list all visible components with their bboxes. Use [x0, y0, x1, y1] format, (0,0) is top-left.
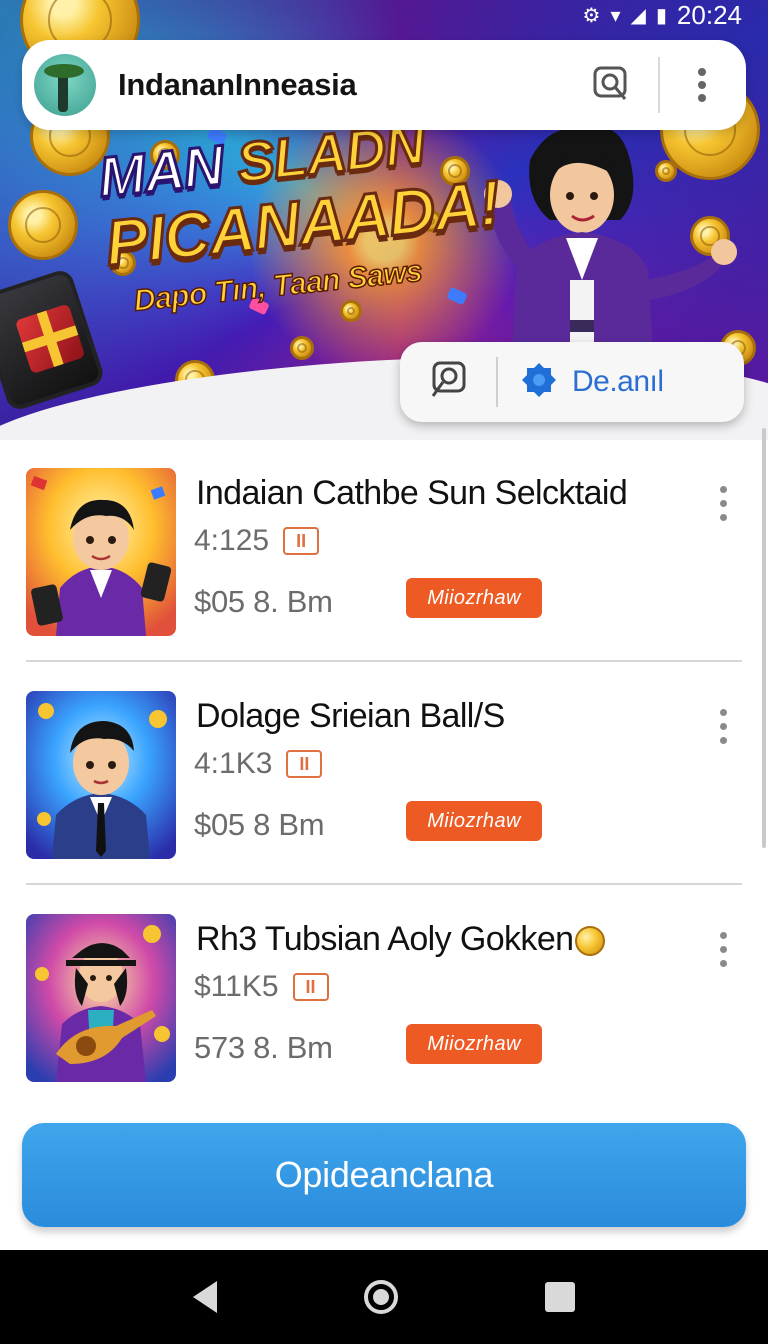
item-more-icon[interactable] [712, 486, 734, 526]
item-name: Dolage Srieian Ball/S [196, 697, 505, 735]
item-more-icon[interactable] [712, 932, 734, 972]
signal-icon: ◢ [630, 4, 646, 27]
gear-icon[interactable] [520, 361, 558, 404]
item-meta: $11K5 II [194, 970, 329, 1004]
item-badge[interactable]: Miiozrhaw [406, 578, 542, 618]
item-badge[interactable]: Miiozrhaw [406, 1024, 542, 1064]
avatar[interactable] [34, 54, 96, 116]
row-divider [26, 883, 742, 885]
status-bar: ⚙ ▾ ◢ ▮ 20:24 [0, 0, 768, 30]
gem-decoration [446, 286, 468, 306]
item-rating: $11K5 [194, 970, 279, 1003]
battery-icon: ▮ [655, 4, 667, 27]
item-chip: II [292, 973, 329, 1001]
item-meta: 4:125 II [194, 524, 320, 558]
app-title: IndananInneasia [118, 67, 357, 102]
item-rating: 4:125 [194, 524, 270, 557]
hero-headline: MAN SLADN PICANAADA! Dapo Tın, Taan Saws [94, 109, 507, 319]
item-price: $05 8. Bm [194, 584, 333, 619]
list-item[interactable]: Dolage Srieian Ball/S 4:1K3 II $05 8 Bm … [0, 663, 768, 885]
top-app-bar: IndananInneasia [22, 40, 746, 130]
item-thumbnail [26, 691, 176, 859]
item-more-icon[interactable] [712, 709, 734, 749]
item-price: 573 8. Bm [194, 1030, 333, 1065]
item-badge[interactable]: Miiozrhaw [406, 801, 542, 841]
detail-button[interactable]: De.anıl [572, 365, 664, 399]
scrollbar[interactable] [762, 428, 766, 848]
search-icon[interactable] [588, 61, 636, 109]
coin-icon [575, 926, 606, 957]
primary-cta-button[interactable]: Opideanclana [22, 1123, 746, 1227]
item-rating: 4:1K3 [194, 747, 273, 780]
item-thumbnail [26, 914, 176, 1082]
gift-phone-illustration [0, 267, 107, 413]
wifi-icon: ▾ [610, 4, 621, 27]
item-chip: II [283, 527, 320, 555]
list-item[interactable]: Rh3 Tubsian Aoly Gokken $11K5 II 573 8. … [0, 886, 768, 1108]
item-name: Rh3 Tubsian Aoly Gokken [196, 920, 606, 959]
search-detail-pill: De.anıl [400, 342, 744, 422]
more-vert-icon[interactable] [678, 61, 726, 109]
settings-status-icon: ⚙ [582, 4, 601, 27]
back-icon[interactable] [193, 1281, 218, 1313]
item-meta: 4:1K3 II [194, 747, 323, 781]
list-item[interactable]: Indaian Cathbe Sun Selcktaid 4:125 II $0… [0, 440, 768, 662]
row-divider [26, 660, 742, 662]
item-chip: II [286, 750, 323, 778]
system-nav-bar [0, 1250, 768, 1344]
status-time: 20:24 [676, 0, 742, 30]
home-icon[interactable] [363, 1280, 398, 1314]
item-list: Indaian Cathbe Sun Selcktaid 4:125 II $0… [0, 440, 768, 1120]
item-price: $05 8 Bm [194, 807, 325, 842]
recents-icon[interactable] [544, 1282, 575, 1312]
item-thumbnail [26, 468, 176, 636]
app-bar-divider [658, 57, 660, 113]
coin-decoration [340, 300, 362, 322]
coin-decoration [8, 190, 78, 260]
coin-decoration [290, 336, 314, 360]
pill-divider [496, 357, 498, 407]
search-icon[interactable] [428, 359, 470, 406]
item-name: Indaian Cathbe Sun Selcktaid [196, 474, 628, 512]
